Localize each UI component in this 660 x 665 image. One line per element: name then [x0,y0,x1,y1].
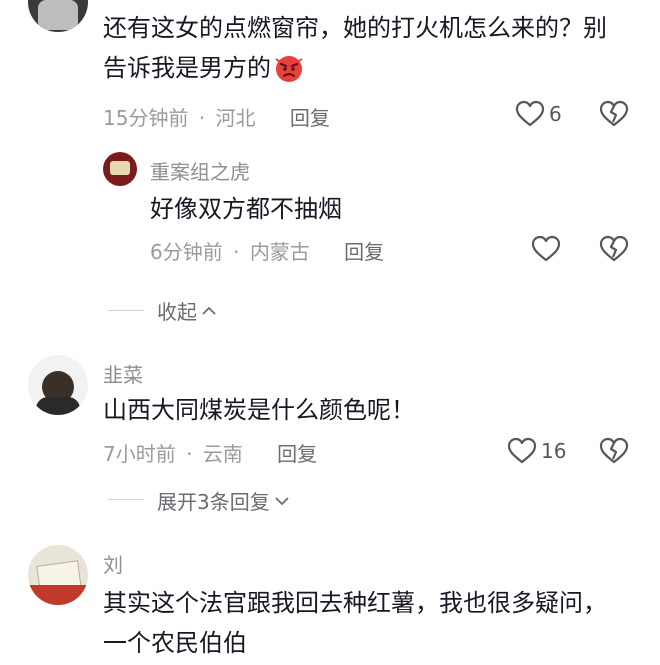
reply-location: 内蒙古 [249,240,310,264]
comment-location: 河北 [215,106,256,130]
like-count: 6 [549,102,562,126]
like-icon[interactable] [531,235,561,263]
reply-meta: 6分钟前 · 内蒙古 回复 [150,236,384,265]
collapse-replies-button[interactable]: 收起 [157,296,217,325]
reply-text: 好像双方都不抽烟 [150,195,342,223]
comment-text: 其实这个法官跟我回去种红薯，我也很多疑问， 一个农民伯伯 [103,583,643,663]
comment-location: 云南 [202,442,243,466]
collapse-label: 收起 [157,300,197,324]
comment-username[interactable]: 刘 [103,549,123,578]
like-icon[interactable] [515,100,545,128]
reply-button[interactable]: 回复 [277,442,317,466]
comment-text: 还有这女的点燃窗帘，她的打火机怎么来的？别 告诉我是男方的 [103,8,643,88]
avatar[interactable] [28,545,88,605]
reply-time: 6分钟前 [150,240,223,264]
reply-button[interactable]: 回复 [344,240,384,264]
chevron-down-icon [274,493,290,509]
reply-username[interactable]: 重案组之虎 [150,156,250,185]
comment-time: 15分钟前 [103,106,189,130]
dislike-icon[interactable] [599,235,629,263]
comment-text-line: 还有这女的点燃窗帘，她的打火机怎么来的？别 [103,14,607,42]
comment-meta: 15分钟前 · 河北 回复 [103,102,330,131]
comment-time: 7小时前 [103,442,176,466]
meta-separator: · [198,106,206,130]
dislike-icon[interactable] [599,100,629,128]
comment-meta: 7小时前 · 云南 回复 [103,438,317,467]
expand-label: 展开3条回复 [157,490,270,514]
angry-face-icon [273,52,305,84]
expand-replies-button[interactable]: 展开3条回复 [157,486,290,515]
avatar[interactable] [28,0,88,32]
comment-username[interactable]: 韭菜 [103,359,143,388]
like-icon[interactable] [507,437,537,465]
divider [108,310,144,311]
dislike-icon[interactable] [599,437,629,465]
meta-separator: · [186,442,193,466]
avatar[interactable] [103,152,137,186]
comment-text-line-2: 告诉我是男方的 [103,54,271,82]
comment-text-line: 告诉我是男方的 [103,48,643,88]
comment-text-line: 其实这个法官跟我回去种红薯，我也很多疑问， [103,589,607,617]
reply-button[interactable]: 回复 [290,106,330,130]
chevron-up-icon [201,303,217,319]
avatar[interactable] [28,355,88,415]
like-count: 16 [541,439,567,463]
comment-text: 山西大同煤炭是什么颜色呢！ [103,396,415,424]
meta-separator: · [233,240,240,264]
comment-text-line: 一个农民伯伯 [103,629,247,657]
divider [108,499,144,500]
